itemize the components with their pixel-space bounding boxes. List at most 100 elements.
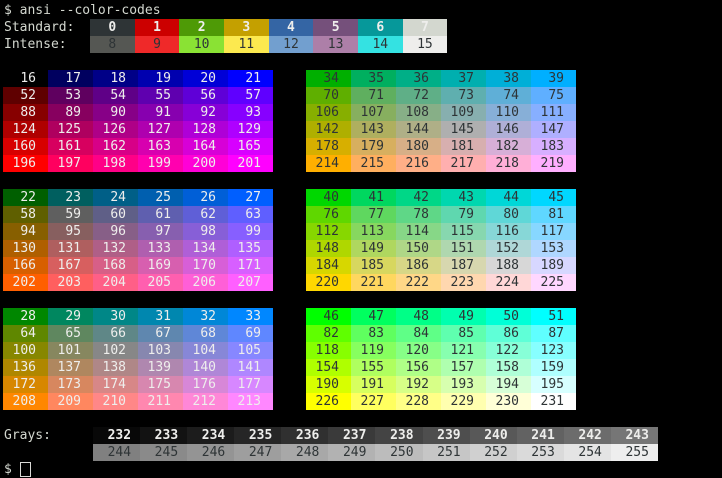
grays-row-dark: 232 233 234 235 236 237 238 239 240 241 242 243 bbox=[93, 427, 658, 444]
color-cell-56: 56 bbox=[183, 87, 228, 104]
color-cell-75: 75 bbox=[531, 87, 576, 104]
color-cell-227: 227 bbox=[351, 393, 396, 410]
color-cell-193: 193 bbox=[441, 376, 486, 393]
palette-row: 172 173 174 175 176 177 bbox=[3, 376, 273, 393]
color-cell-248: 248 bbox=[281, 444, 329, 461]
color-cell-250: 250 bbox=[375, 444, 423, 461]
color-cell-137: 137 bbox=[48, 359, 93, 376]
color-cell-14: 14 bbox=[357, 36, 403, 53]
color-cell-47: 47 bbox=[351, 308, 396, 325]
color-cell-38: 38 bbox=[486, 70, 531, 87]
color-cell-219: 219 bbox=[531, 155, 576, 172]
palette-row: 178 179 180 181 182 183 bbox=[306, 138, 576, 155]
color-cell-228: 228 bbox=[396, 393, 441, 410]
color-cell-92: 92 bbox=[183, 104, 228, 121]
color-cell-210: 210 bbox=[93, 393, 138, 410]
color-cell-230: 230 bbox=[486, 393, 531, 410]
color-cell-24: 24 bbox=[93, 189, 138, 206]
color-cell-190: 190 bbox=[306, 376, 351, 393]
color-cell-8: 8 bbox=[90, 36, 135, 53]
color-cell-33: 33 bbox=[228, 308, 273, 325]
color-cell-188: 188 bbox=[486, 257, 531, 274]
shell-prompt: $ bbox=[4, 462, 12, 477]
color-cell-154: 154 bbox=[306, 359, 351, 376]
color-cell-128: 128 bbox=[183, 121, 228, 138]
color-cell-10: 10 bbox=[179, 36, 224, 53]
color-cell-251: 251 bbox=[422, 444, 470, 461]
color-cell-88: 88 bbox=[3, 104, 48, 121]
palette-row: 70 71 72 73 74 75 bbox=[306, 87, 576, 104]
color-cell-86: 86 bbox=[486, 325, 531, 342]
color-cell-222: 222 bbox=[396, 274, 441, 291]
color-cell-60: 60 bbox=[93, 206, 138, 223]
color-cell-3: 3 bbox=[223, 19, 269, 36]
color-cell-132: 132 bbox=[93, 240, 138, 257]
color-cube-block-3-left: 28 29 30 31 32 33 64 65 66 67 68 69 100 101 102 103 104 1… bbox=[3, 308, 273, 410]
color-cell-122: 122 bbox=[486, 342, 531, 359]
color-cell-158: 158 bbox=[486, 359, 531, 376]
color-cell-46: 46 bbox=[306, 308, 351, 325]
color-cell-216: 216 bbox=[396, 155, 441, 172]
color-cube-block-3-right: 46 47 48 49 50 51 82 83 84 85 86 87 118 119 120 121 122 1… bbox=[306, 308, 576, 410]
color-cell-218: 218 bbox=[486, 155, 531, 172]
color-cell-70: 70 bbox=[306, 87, 351, 104]
color-cube-block-1-right: 34 35 36 37 38 39 70 71 72 73 74 75 106 107 108 109 110 1… bbox=[306, 70, 576, 172]
color-cell-231: 231 bbox=[531, 393, 576, 410]
color-cell-146: 146 bbox=[486, 121, 531, 138]
palette-row: 166 167 168 169 170 171 bbox=[3, 257, 273, 274]
color-cell-123: 123 bbox=[531, 342, 576, 359]
color-cell-72: 72 bbox=[396, 87, 441, 104]
color-cell-48: 48 bbox=[396, 308, 441, 325]
color-cell-142: 142 bbox=[306, 121, 351, 138]
color-cell-80: 80 bbox=[486, 206, 531, 223]
color-cell-110: 110 bbox=[486, 104, 531, 121]
color-cell-36: 36 bbox=[396, 70, 441, 87]
color-cube-block-2-right: 40 41 42 43 44 45 76 77 78 79 80 81 112 113 114 115 116 1… bbox=[306, 189, 576, 291]
color-cell-180: 180 bbox=[396, 138, 441, 155]
color-cube-block-1-left: 16 17 18 19 20 21 52 53 54 55 56 57 88 89 90 91 92 93 124 1… bbox=[3, 70, 273, 172]
color-cell-49: 49 bbox=[441, 308, 486, 325]
color-cell-69: 69 bbox=[228, 325, 273, 342]
color-cell-104: 104 bbox=[183, 342, 228, 359]
color-cell-195: 195 bbox=[531, 376, 576, 393]
standard-row-label: Standard: bbox=[4, 20, 75, 35]
color-cell-73: 73 bbox=[441, 87, 486, 104]
standard-color-row: 01234567 bbox=[90, 19, 448, 36]
color-cell-141: 141 bbox=[228, 359, 273, 376]
palette-row: 76 77 78 79 80 81 bbox=[306, 206, 576, 223]
palette-row: 136 137 138 139 140 141 bbox=[3, 359, 273, 376]
color-cell-95: 95 bbox=[48, 223, 93, 240]
color-cell-109: 109 bbox=[441, 104, 486, 121]
color-cell-21: 21 bbox=[228, 70, 273, 87]
color-cell-138: 138 bbox=[93, 359, 138, 376]
color-cell-51: 51 bbox=[531, 308, 576, 325]
color-cell-234: 234 bbox=[187, 427, 235, 444]
color-cell-236: 236 bbox=[281, 427, 329, 444]
color-cell-229: 229 bbox=[441, 393, 486, 410]
palette-row: 34 35 36 37 38 39 bbox=[306, 70, 576, 87]
color-cell-2: 2 bbox=[179, 19, 224, 36]
color-cell-175: 175 bbox=[138, 376, 183, 393]
color-cell-15: 15 bbox=[402, 36, 448, 53]
color-cell-165: 165 bbox=[228, 138, 273, 155]
color-cell-239: 239 bbox=[422, 427, 470, 444]
color-cell-57: 57 bbox=[228, 87, 273, 104]
color-cell-246: 246 bbox=[187, 444, 235, 461]
color-cell-42: 42 bbox=[396, 189, 441, 206]
terminal-screen[interactable]: $ ansi --color-codes Standard: 01234567 … bbox=[0, 0, 722, 478]
color-cell-176: 176 bbox=[183, 376, 228, 393]
palette-row: 46 47 48 49 50 51 bbox=[306, 308, 576, 325]
color-cell-156: 156 bbox=[396, 359, 441, 376]
color-cell-120: 120 bbox=[396, 342, 441, 359]
palette-row: 40 41 42 43 44 45 bbox=[306, 189, 576, 206]
color-cell-39: 39 bbox=[531, 70, 576, 87]
color-cell-16: 16 bbox=[3, 70, 48, 87]
color-cell-0: 0 bbox=[90, 19, 135, 36]
color-cell-40: 40 bbox=[306, 189, 351, 206]
color-cell-29: 29 bbox=[48, 308, 93, 325]
color-cell-220: 220 bbox=[306, 274, 351, 291]
color-cell-211: 211 bbox=[138, 393, 183, 410]
color-cell-87: 87 bbox=[531, 325, 576, 342]
color-cell-201: 201 bbox=[228, 155, 273, 172]
color-cell-143: 143 bbox=[351, 121, 396, 138]
